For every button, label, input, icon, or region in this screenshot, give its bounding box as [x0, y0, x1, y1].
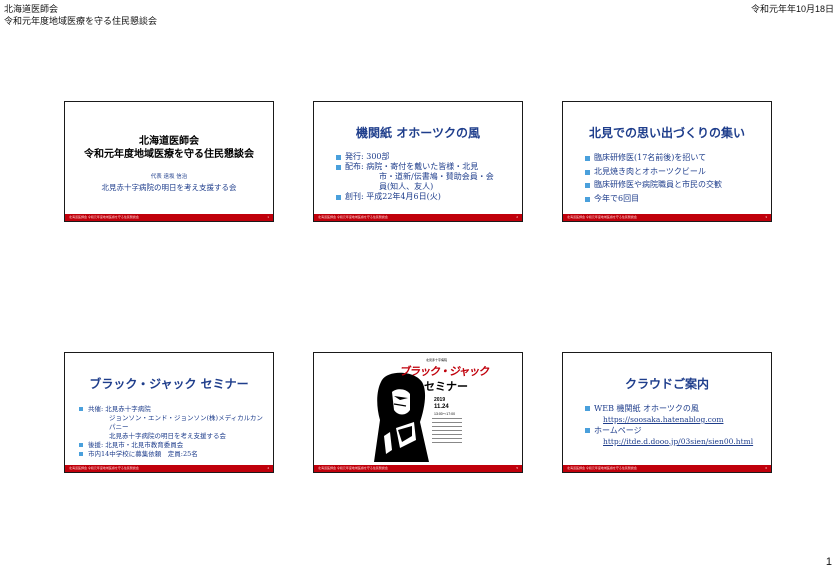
poster-time: 13:00〜17:00	[434, 412, 456, 416]
slide-4-bullet-list: 共催: 北見赤十字病院 ジョンソン・エンド・ジョンソン(株)メディカルカンパニー…	[79, 405, 269, 459]
slide-footer-text: 北海道医師会 令和元年度地域医療を守る住民懇談会	[69, 215, 139, 219]
page-number: 1	[825, 556, 832, 568]
slide-footer-page: 4	[267, 466, 269, 470]
slide-6-heading: クラウドご案内	[624, 377, 709, 391]
poster-title-red: ブラック・ジャック	[399, 366, 490, 378]
slide-footer-bar: 北海道医師会 令和元年度地域医療を守る住民懇談会 2	[314, 214, 522, 221]
list-item-continuation: ジョンソン・エンド・ジョンソン(株)メディカルカンパニー	[109, 414, 263, 431]
slide-6-cloud-info: クラウドご案内 WEB 機関紙 オホーツクの風 https://soosaka.…	[562, 352, 772, 473]
slide-4-heading: ブラック・ジャック セミナー	[89, 377, 249, 391]
list-item: 今年で6回目	[585, 194, 765, 204]
list-item-continuation: 市・道新/伝書鳩・賛助会員・会	[379, 172, 494, 181]
list-item: 創刊: 平成22年4月6日(火)	[336, 192, 512, 202]
slide-4-seminar: ブラック・ジャック セミナー 共催: 北見赤十字病院 ジョンソン・エンド・ジョン…	[64, 352, 274, 473]
slide-3-heading: 北見での思い出づくりの集い	[588, 126, 745, 140]
list-item-continuation: 員(知人、友人)	[379, 182, 434, 191]
slide-1-organization: 北見赤十字病院の明日を考え支援する会	[101, 183, 237, 192]
slide-footer-bar: 北海道医師会 令和元年度地域医療を守る住民懇談会 5	[314, 465, 522, 472]
slide-footer-bar: 北海道医師会 令和元年度地域医療を守る住民懇談会 3	[563, 214, 771, 221]
slide-2-heading: 機関紙 オホーツクの風	[356, 126, 480, 140]
blog-link[interactable]: https://soosaka.hatenablog.com	[594, 415, 723, 424]
poster-organizer: 北見赤十字病院	[426, 358, 448, 362]
list-item: ホームページ	[585, 425, 765, 436]
list-item: 発行: 300部	[336, 152, 512, 162]
list-item: 共催: 北見赤十字病院	[79, 405, 269, 414]
poster-date: 11.24	[434, 404, 449, 410]
slide-3-gathering: 北見での思い出づくりの集い 臨床研修医(17名前後)を招いて 北見焼き肉とオホー…	[562, 101, 772, 222]
slide-footer-text: 北海道医師会 令和元年度地域医療を守る住民懇談会	[567, 215, 637, 219]
header-date: 令和元年年10月18日	[750, 4, 834, 14]
poster-year: 2019	[434, 397, 446, 403]
slide-footer-text: 北海道医師会 令和元年度地域医療を守る住民懇談会	[318, 466, 388, 470]
seminar-poster-image: 北見赤十字病院 ブラック・ジャック セミナー 2019 11.24 13:00〜…	[374, 356, 490, 462]
slide-footer-text: 北海道医師会 令和元年度地域医療を守る住民懇談会	[318, 215, 388, 219]
slide-2-bullet-list: 発行: 300部 配布: 病院・寄付を戴いた皆様・北見 市・道新/伝書鳩・賛助会…	[336, 152, 512, 202]
slide-footer-text: 北海道医師会 令和元年度地域医療を守る住民懇談会	[567, 466, 637, 470]
list-item: 配布: 病院・寄付を戴いた皆様・北見	[336, 162, 512, 172]
poster-title-black: セミナー	[424, 381, 468, 393]
slide-2-newsletter: 機関紙 オホーツクの風 発行: 300部 配布: 病院・寄付を戴いた皆様・北見 …	[313, 101, 523, 222]
list-item: 臨床研修医や病院職員と市民の交歓	[585, 180, 765, 190]
slide-footer-bar: 北海道医師会 令和元年度地域医療を守る住民懇談会 6	[563, 465, 771, 472]
slide-footer-page: 2	[516, 215, 518, 219]
slide-footer-bar: 北海道医師会 令和元年度地域医療を守る住民懇談会 1	[65, 214, 273, 221]
list-item: 市内14中学校に募集依頼 定員:25名	[79, 450, 269, 459]
poster-fine-print	[432, 418, 462, 446]
slide-footer-bar: 北海道医師会 令和元年度地域医療を守る住民懇談会 4	[65, 465, 273, 472]
character-illustration	[374, 372, 429, 462]
slide-1-title-line2: 令和元年度地域医療を守る住民懇談会	[84, 149, 254, 160]
slide-footer-page: 6	[765, 466, 767, 470]
slide-footer-page: 3	[765, 215, 767, 219]
slide-footer-page: 1	[267, 215, 269, 219]
slide-3-bullet-list: 臨床研修医(17名前後)を招いて 北見焼き肉とオホーツクビール 臨床研修医や病院…	[585, 153, 765, 207]
link-line: https://soosaka.hatenablog.com	[585, 414, 765, 425]
link-line: http://itde.d.dooo.jp/03sien/sien00.html	[585, 436, 765, 447]
list-item: 臨床研修医(17名前後)を招いて	[585, 153, 765, 163]
slide-1-title: 北海道医師会 令和元年度地域医療を守る住民懇談会 代表 遠坂 信治 北見赤十字病…	[64, 101, 274, 222]
list-item: WEB 機関紙 オホーツクの風	[585, 403, 765, 414]
list-item: 北見焼き肉とオホーツクビール	[585, 167, 765, 177]
slide-1-presenter: 代表 遠坂 信治	[150, 174, 188, 180]
slide-footer-page: 5	[516, 466, 518, 470]
homepage-link[interactable]: http://itde.d.dooo.jp/03sien/sien00.html	[594, 437, 753, 446]
slide-6-bullet-list: WEB 機関紙 オホーツクの風 https://soosaka.hatenabl…	[585, 403, 765, 447]
document-header: 北海道医師会 令和元年度地域医療を守る住民懇談会	[4, 3, 157, 27]
header-organization: 北海道医師会	[4, 4, 59, 14]
slide-footer-text: 北海道医師会 令和元年度地域医療を守る住民懇談会	[69, 466, 139, 470]
header-event: 令和元年度地域医療を守る住民懇談会	[4, 16, 158, 26]
list-item: 後援: 北見市・北見市教育委員会	[79, 441, 269, 450]
slide-5-poster: 北見赤十字病院 ブラック・ジャック セミナー 2019 11.24 13:00〜…	[313, 352, 523, 473]
list-item-continuation: 北見赤十字病院の明日を考え支援する会	[109, 432, 226, 440]
